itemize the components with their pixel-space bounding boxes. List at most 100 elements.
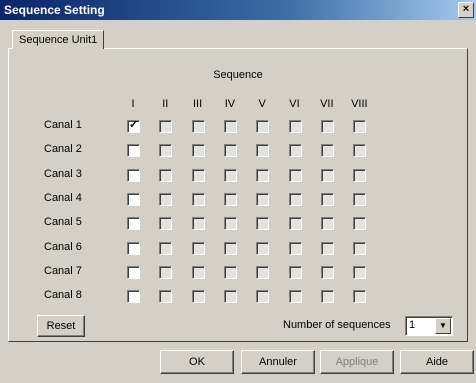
sequence-checkbox[interactable] <box>223 192 237 206</box>
sequence-checkbox[interactable] <box>320 168 334 182</box>
sequence-checkbox[interactable] <box>256 120 270 133</box>
sequence-checkbox[interactable] <box>353 120 367 133</box>
row-label: Canal 6 <box>44 240 82 253</box>
column-header: IV <box>224 98 236 110</box>
sequence-checkbox[interactable] <box>353 241 367 255</box>
sequence-checkbox[interactable] <box>256 168 270 182</box>
sequence-checkbox[interactable] <box>288 192 302 206</box>
reset-button[interactable]: Reset <box>37 315 85 337</box>
ok-button[interactable]: OK <box>160 350 234 374</box>
sequence-checkbox[interactable] <box>353 144 367 158</box>
sequence-checkbox[interactable] <box>191 168 205 182</box>
sequence-checkbox[interactable] <box>320 241 334 255</box>
cancel-label: Annuler <box>259 356 297 368</box>
tab-label: Sequence Unit1 <box>19 34 98 46</box>
sequence-checkbox[interactable] <box>191 192 205 206</box>
sequence-checkbox[interactable] <box>191 120 205 133</box>
sequence-checkbox[interactable] <box>320 120 334 133</box>
sequence-checkbox[interactable] <box>353 217 367 231</box>
sequence-checkbox[interactable] <box>127 241 140 255</box>
sequence-checkbox[interactable] <box>127 192 140 206</box>
sequence-checkbox[interactable] <box>127 168 140 182</box>
row-label: Canal 5 <box>44 216 82 229</box>
column-header: V <box>258 98 266 110</box>
column-header: III <box>193 98 203 110</box>
row-label: Canal 8 <box>44 289 82 302</box>
sequence-checkbox[interactable] <box>127 217 140 231</box>
sequence-checkbox[interactable] <box>159 168 173 182</box>
sequence-checkbox[interactable] <box>320 144 334 158</box>
column-header: VII <box>320 98 334 110</box>
row-label: Canal 7 <box>44 264 82 277</box>
sequence-checkbox[interactable] <box>191 265 205 279</box>
sequence-checkbox[interactable] <box>223 241 237 255</box>
sequence-checkbox[interactable] <box>353 265 367 279</box>
tab-sequence-unit1[interactable]: Sequence Unit1 <box>12 30 105 49</box>
row-label: Canal 2 <box>44 143 82 156</box>
sequence-checkbox[interactable] <box>223 217 237 231</box>
sequence-checkbox[interactable] <box>127 290 140 304</box>
sequence-checkbox[interactable] <box>288 241 302 255</box>
sequence-checkbox[interactable] <box>159 265 173 279</box>
sequence-checkbox[interactable] <box>191 241 205 255</box>
number-of-sequences-select[interactable]: 1 ▼ <box>405 316 453 336</box>
sequence-checkbox[interactable] <box>127 144 140 158</box>
sequence-checkbox[interactable] <box>159 217 173 231</box>
check-icon: ✓ <box>129 119 139 131</box>
number-of-sequences-value: 1 <box>409 319 416 331</box>
sequence-checkbox[interactable] <box>256 265 270 279</box>
sequence-checkbox[interactable] <box>223 290 237 304</box>
sequence-checkbox[interactable] <box>353 290 367 304</box>
sequence-checkbox[interactable] <box>320 217 334 231</box>
sequence-checkbox[interactable] <box>320 192 334 206</box>
sequence-checkbox[interactable] <box>223 168 237 182</box>
sequence-checkbox[interactable] <box>159 290 173 304</box>
sequence-checkbox[interactable] <box>159 144 173 158</box>
sequence-group-title: Sequence <box>213 69 263 81</box>
chevron-down-icon[interactable]: ▼ <box>435 318 451 334</box>
title-bar: Sequence Setting × <box>0 0 476 20</box>
sequence-checkbox[interactable] <box>320 290 334 304</box>
close-icon: × <box>462 3 470 15</box>
column-header: VIII <box>351 98 368 110</box>
sequence-checkbox[interactable] <box>288 144 302 158</box>
sequence-checkbox[interactable] <box>256 217 270 231</box>
sequence-checkbox[interactable] <box>127 265 140 279</box>
sequence-checkbox[interactable] <box>159 120 173 133</box>
sequence-checkbox[interactable] <box>223 144 237 158</box>
sequence-checkbox[interactable] <box>256 144 270 158</box>
column-header: II <box>162 98 169 110</box>
sequence-checkbox[interactable] <box>288 120 302 133</box>
sequence-checkbox[interactable] <box>288 290 302 304</box>
help-label: Aide <box>425 356 449 368</box>
sequence-checkbox[interactable] <box>223 265 237 279</box>
sequence-checkbox[interactable] <box>353 192 367 206</box>
sequence-checkbox[interactable] <box>320 265 334 279</box>
sequence-panel: Sequence I II III IV V VI VII VIII Canal 1 ✓ Canal… <box>8 48 468 342</box>
sequence-checkbox[interactable] <box>256 241 270 255</box>
window-title: Sequence Setting <box>4 3 105 17</box>
sequence-checkbox[interactable] <box>191 290 205 304</box>
sequence-checkbox[interactable] <box>191 144 205 158</box>
cancel-button[interactable]: Annuler <box>241 350 315 374</box>
sequence-checkbox[interactable] <box>288 265 302 279</box>
sequence-checkbox[interactable] <box>223 120 237 133</box>
sequence-checkbox[interactable] <box>288 168 302 182</box>
sequence-checkbox[interactable] <box>159 241 173 255</box>
sequence-checkbox[interactable] <box>288 217 302 231</box>
ok-label: OK <box>189 356 205 368</box>
reset-label: Reset <box>46 320 76 332</box>
apply-label: Applique <box>335 356 379 368</box>
column-header: VI <box>289 98 300 110</box>
help-button[interactable]: Aide <box>400 350 474 374</box>
number-of-sequences-label: Number of sequences <box>283 319 391 331</box>
row-label: Canal 1 <box>44 119 82 131</box>
sequence-checkbox[interactable] <box>256 290 270 304</box>
close-button[interactable]: × <box>458 2 474 18</box>
sequence-checkbox[interactable] <box>159 192 173 206</box>
sequence-checkbox[interactable] <box>353 168 367 182</box>
sequence-checkbox[interactable]: ✓ <box>127 119 140 133</box>
sequence-checkbox[interactable] <box>191 217 205 231</box>
apply-button[interactable]: Applique <box>320 350 394 374</box>
sequence-checkbox[interactable] <box>256 192 270 206</box>
